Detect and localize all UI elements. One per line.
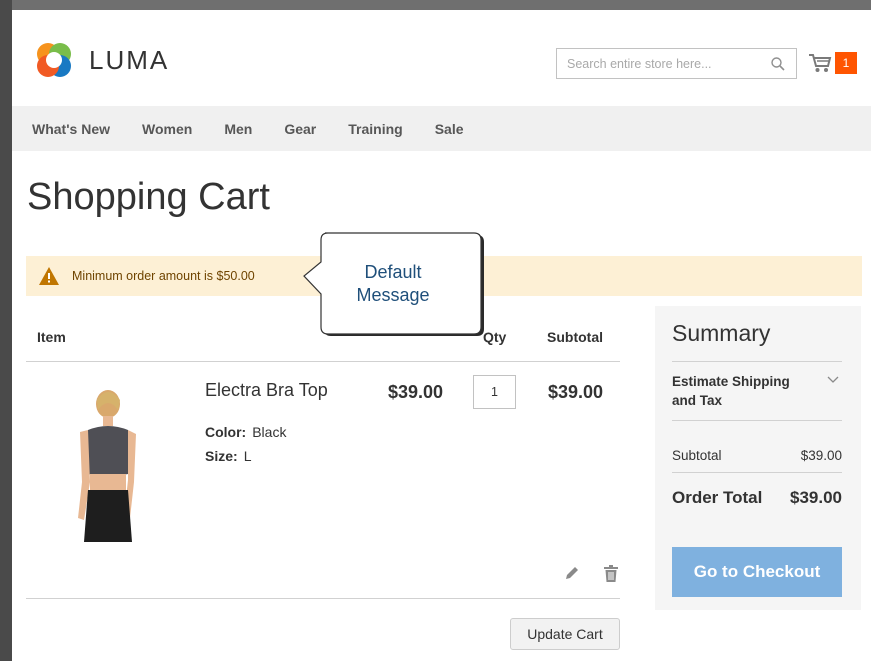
quantity-input[interactable] [473, 375, 516, 409]
warning-icon [39, 267, 59, 285]
table-header-divider [26, 361, 620, 362]
window-frame-top [0, 0, 871, 10]
checkout-button[interactable]: Go to Checkout [672, 547, 842, 597]
update-cart-button[interactable]: Update Cart [510, 618, 620, 650]
option-value: Black [252, 424, 287, 440]
summary-divider [672, 420, 842, 421]
product-option-size: Size: L [205, 448, 251, 464]
cart-summary: Summary Estimate Shipping and Tax Subtot… [655, 306, 861, 610]
summary-divider [672, 472, 842, 473]
edit-pencil-icon[interactable] [564, 565, 580, 581]
logo-text: LUMA [89, 44, 170, 75]
summary-divider [672, 361, 842, 362]
callout-line-2: Message [356, 285, 430, 305]
callout-line-1: Default [364, 262, 422, 282]
logo-mark-icon [37, 43, 71, 77]
summary-title: Summary [672, 320, 771, 346]
page-title: Shopping Cart [27, 176, 270, 218]
summary-subtotal-label: Subtotal [672, 448, 722, 463]
trash-icon[interactable] [603, 565, 619, 583]
main-nav: What's New Women Men Gear Training Sale [12, 106, 871, 151]
nav-item-gear[interactable]: Gear [284, 121, 316, 137]
product-image[interactable] [70, 382, 144, 542]
column-header-subtotal: Subtotal [547, 329, 603, 345]
product-name[interactable]: Electra Bra Top [205, 380, 328, 401]
nav-item-whats-new[interactable]: What's New [32, 121, 110, 137]
search-icon[interactable] [770, 56, 786, 72]
summary-subtotal-value: $39.00 [800, 448, 842, 463]
callout-text: Default Message [301, 261, 485, 307]
table-row-divider [26, 598, 620, 599]
minicart[interactable]: 1 [808, 52, 857, 74]
cart-icon[interactable] [808, 52, 832, 74]
nav-item-women[interactable]: Women [142, 121, 192, 137]
column-header-item: Item [37, 329, 66, 345]
warning-message-text: Minimum order amount is $50.00 [72, 269, 255, 283]
luma-logo[interactable]: LUMA [33, 39, 169, 81]
column-header-qty: Qty [483, 329, 507, 345]
product-option-color: Color: Black [205, 424, 286, 440]
option-value: L [243, 448, 252, 464]
option-label: Color: [205, 424, 247, 440]
option-label: Size: [205, 448, 238, 464]
order-total-label: Order Total [672, 488, 763, 507]
nav-item-training[interactable]: Training [348, 121, 402, 137]
search-box[interactable] [556, 48, 797, 79]
window-frame-left [0, 0, 12, 661]
cart-count-badge: 1 [835, 52, 857, 74]
nav-item-men[interactable]: Men [224, 121, 252, 137]
estimate-shipping-toggle[interactable]: Estimate Shipping and Tax [672, 372, 802, 410]
nav-item-sale[interactable]: Sale [435, 121, 464, 137]
chevron-down-icon[interactable] [827, 376, 839, 384]
item-price: $39.00 [388, 382, 444, 402]
search-input[interactable] [557, 49, 757, 78]
page: LUMA 1 What's New Women Men Gear Trainin… [12, 10, 871, 661]
order-total-value: $39.00 [790, 488, 842, 507]
item-subtotal: $39.00 [548, 382, 604, 402]
